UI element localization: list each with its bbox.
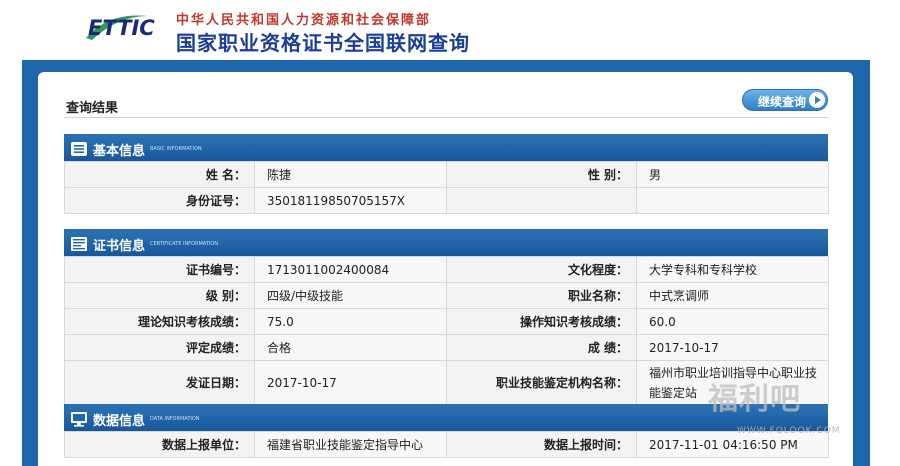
field-value-result: 2017-10-17 <box>636 334 829 361</box>
continue-query-label: 继续查询 <box>758 95 807 109</box>
field-value-report-unit: 福建省职业技能鉴定指导中心 <box>254 431 447 458</box>
table-row: 理论知识考核成绩： 75.0 操作知识考核成绩： 60.0 <box>64 308 829 335</box>
table-row: 姓 名： 陈捷 性 别： 男 <box>64 161 829 188</box>
page-title: 查询结果 <box>66 101 119 116</box>
field-value-empty <box>636 187 829 214</box>
field-label-name: 姓 名： <box>64 161 255 188</box>
logo-text: ETTIC <box>88 16 155 40</box>
basic-info-table: 姓 名： 陈捷 性 别： 男 身份证号： 35018119850705157X <box>64 161 829 214</box>
section-subtitle: CERTIFICATE INFORMATION <box>150 241 219 247</box>
play-arrow-icon <box>809 92 825 108</box>
field-label-empty <box>446 187 637 214</box>
continue-query-button[interactable]: 继续查询 <box>742 89 828 111</box>
table-row: 级 别： 四级/中级技能 职业名称： 中式烹调师 <box>64 282 829 309</box>
field-label-id-number: 身份证号： <box>64 187 255 214</box>
field-label-occupation: 职业名称： <box>446 282 637 309</box>
ministry-name: 中华人民共和国人力资源和社会保障部 <box>176 13 432 28</box>
field-label-cert-number: 证书编号： <box>64 256 255 283</box>
site-header: ETTIC 中华人民共和国人力资源和社会保障部 国家职业资格证书全国联网查询 <box>0 0 900 60</box>
table-row: 数据上报单位： 福建省职业技能鉴定指导中心 数据上报时间： 2017-11-01… <box>64 431 829 458</box>
field-label-theory-score: 理论知识考核成绩： <box>64 308 255 335</box>
field-label-education: 文化程度： <box>446 256 637 283</box>
field-value-gender: 男 <box>636 161 829 188</box>
field-value-theory-score: 75.0 <box>254 308 447 335</box>
field-value-id-number: 35018119850705157X <box>254 187 447 214</box>
field-label-assessment: 评定成绩： <box>64 334 255 361</box>
site-title: 国家职业资格证书全国联网查询 <box>176 31 470 55</box>
field-value-occupation: 中式烹调师 <box>636 282 829 309</box>
field-value-education: 大学专科和专科学校 <box>636 256 829 283</box>
table-row: 证书编号： 1713011002400084 文化程度： 大学专科和专科学校 <box>64 256 829 283</box>
section-basic-info: 基本信息 BASIC INFORMATION <box>64 134 828 161</box>
watermark: 福利吧 <box>708 382 801 417</box>
field-label-report-time: 数据上报时间： <box>446 431 637 458</box>
field-label-result: 成 绩： <box>446 334 637 361</box>
ettic-logo: ETTIC <box>78 10 170 46</box>
section-subtitle: BASIC INFORMATION <box>150 146 202 152</box>
section-title: 基本信息 <box>93 144 146 159</box>
field-value-assessment: 合格 <box>254 334 447 361</box>
data-info-table: 数据上报单位： 福建省职业技能鉴定指导中心 数据上报时间： 2017-11-01… <box>64 431 829 458</box>
field-value-level: 四级/中级技能 <box>254 282 447 309</box>
section-certificate-info: 证书信息 CERTIFICATE INFORMATION <box>64 229 828 256</box>
field-label-practice-score: 操作知识考核成绩： <box>446 308 637 335</box>
field-value-issue-date: 2017-10-17 <box>254 360 447 405</box>
field-label-appraisal-org: 职业技能鉴定机构名称： <box>446 360 637 405</box>
field-value-cert-number: 1713011002400084 <box>254 256 447 283</box>
table-row: 身份证号： 35018119850705157X <box>64 187 829 214</box>
field-label-level: 级 别： <box>64 282 255 309</box>
field-label-report-unit: 数据上报单位： <box>64 431 255 458</box>
table-row: 评定成绩： 合格 成 绩： 2017-10-17 <box>64 334 829 361</box>
field-label-gender: 性 别： <box>446 161 637 188</box>
title-divider <box>64 117 828 118</box>
field-value-practice-score: 60.0 <box>636 308 829 335</box>
list-icon <box>71 142 87 156</box>
watermark-url: WWW.FQLOOK.COM <box>737 426 841 436</box>
certificate-icon <box>71 237 87 251</box>
section-title: 数据信息 <box>93 414 146 429</box>
section-subtitle: DATA INFORMATION <box>150 416 200 422</box>
monitor-icon <box>71 412 87 427</box>
field-label-issue-date: 发证日期： <box>64 360 255 405</box>
section-title: 证书信息 <box>93 239 146 254</box>
field-value-name: 陈捷 <box>254 161 447 188</box>
